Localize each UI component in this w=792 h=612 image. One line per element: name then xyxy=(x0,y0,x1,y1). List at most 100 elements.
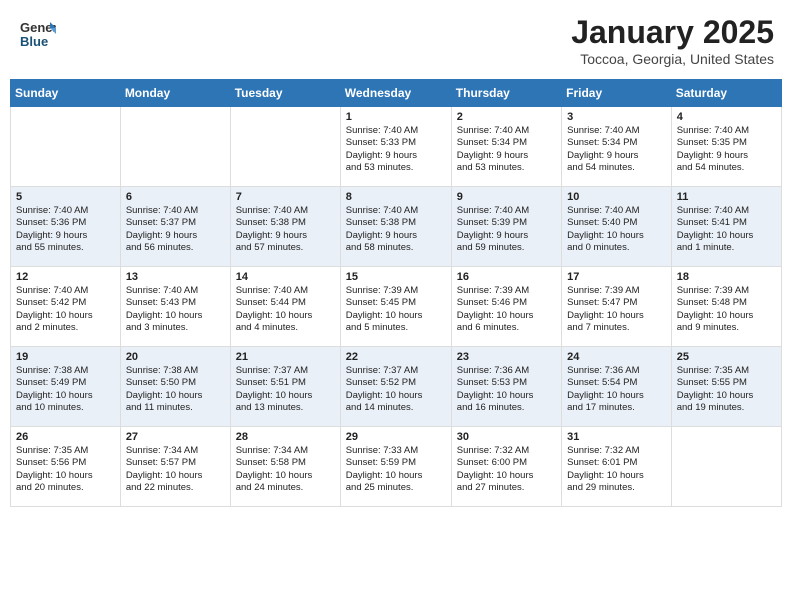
day-number: 30 xyxy=(457,431,556,443)
title-block: January 2025 Toccoa, Georgia, United Sta… xyxy=(571,14,774,67)
day-info: Sunset: 5:35 PM xyxy=(677,137,776,149)
day-info: and 6 minutes. xyxy=(457,322,556,334)
table-row: 12Sunrise: 7:40 AMSunset: 5:42 PMDayligh… xyxy=(11,267,121,347)
day-info: Sunset: 5:54 PM xyxy=(567,377,666,389)
col-monday: Monday xyxy=(120,80,230,107)
table-row: 31Sunrise: 7:32 AMSunset: 6:01 PMDayligh… xyxy=(562,427,672,507)
day-info: Sunset: 5:34 PM xyxy=(567,137,666,149)
day-info: and 13 minutes. xyxy=(236,402,335,414)
day-info: and 11 minutes. xyxy=(126,402,225,414)
day-info: Sunrise: 7:32 AM xyxy=(567,445,666,457)
day-info: Sunset: 5:34 PM xyxy=(457,137,556,149)
day-info: Sunrise: 7:37 AM xyxy=(346,365,446,377)
day-info: Sunrise: 7:40 AM xyxy=(567,125,666,137)
day-info: Sunrise: 7:36 AM xyxy=(567,365,666,377)
day-info: Sunset: 5:57 PM xyxy=(126,457,225,469)
day-info: Daylight: 10 hours xyxy=(677,390,776,402)
day-info: Sunset: 5:39 PM xyxy=(457,217,556,229)
day-info: Daylight: 9 hours xyxy=(677,150,776,162)
day-info: Sunrise: 7:34 AM xyxy=(126,445,225,457)
day-info: Daylight: 10 hours xyxy=(567,230,666,242)
table-row: 14Sunrise: 7:40 AMSunset: 5:44 PMDayligh… xyxy=(230,267,340,347)
table-row: 6Sunrise: 7:40 AMSunset: 5:37 PMDaylight… xyxy=(120,187,230,267)
logo: General Blue xyxy=(18,14,56,57)
day-info: Sunrise: 7:39 AM xyxy=(457,285,556,297)
day-number: 26 xyxy=(16,431,115,443)
day-info: Daylight: 10 hours xyxy=(346,390,446,402)
table-row: 26Sunrise: 7:35 AMSunset: 5:56 PMDayligh… xyxy=(11,427,121,507)
table-row xyxy=(230,107,340,187)
day-info: Sunset: 5:48 PM xyxy=(677,297,776,309)
day-info: Daylight: 10 hours xyxy=(236,390,335,402)
day-info: Sunset: 5:53 PM xyxy=(457,377,556,389)
day-info: Sunrise: 7:36 AM xyxy=(457,365,556,377)
day-info: Daylight: 10 hours xyxy=(16,310,115,322)
day-number: 14 xyxy=(236,271,335,283)
day-info: Sunset: 5:38 PM xyxy=(346,217,446,229)
col-wednesday: Wednesday xyxy=(340,80,451,107)
svg-text:Blue: Blue xyxy=(20,34,48,49)
table-row: 10Sunrise: 7:40 AMSunset: 5:40 PMDayligh… xyxy=(562,187,672,267)
day-info: Sunset: 5:43 PM xyxy=(126,297,225,309)
day-info: Sunset: 5:45 PM xyxy=(346,297,446,309)
day-info: Daylight: 9 hours xyxy=(457,230,556,242)
day-info: Sunrise: 7:38 AM xyxy=(126,365,225,377)
day-info: and 3 minutes. xyxy=(126,322,225,334)
day-info: Sunset: 5:55 PM xyxy=(677,377,776,389)
table-row: 24Sunrise: 7:36 AMSunset: 5:54 PMDayligh… xyxy=(562,347,672,427)
day-info: and 25 minutes. xyxy=(346,482,446,494)
day-info: and 20 minutes. xyxy=(16,482,115,494)
day-info: Daylight: 10 hours xyxy=(16,470,115,482)
table-row: 5Sunrise: 7:40 AMSunset: 5:36 PMDaylight… xyxy=(11,187,121,267)
table-row xyxy=(671,427,781,507)
day-number: 24 xyxy=(567,351,666,363)
day-info: and 7 minutes. xyxy=(567,322,666,334)
day-info: Daylight: 10 hours xyxy=(346,310,446,322)
day-info: Sunrise: 7:40 AM xyxy=(236,205,335,217)
day-number: 20 xyxy=(126,351,225,363)
table-row: 4Sunrise: 7:40 AMSunset: 5:35 PMDaylight… xyxy=(671,107,781,187)
day-info: and 27 minutes. xyxy=(457,482,556,494)
day-info: Sunrise: 7:40 AM xyxy=(457,205,556,217)
day-info: Sunset: 5:59 PM xyxy=(346,457,446,469)
day-info: Sunset: 5:51 PM xyxy=(236,377,335,389)
day-number: 15 xyxy=(346,271,446,283)
day-number: 2 xyxy=(457,111,556,123)
day-number: 7 xyxy=(236,191,335,203)
table-row: 27 Sunrise: 7:34 AMSunset: 5:57 PMDayligh… xyxy=(120,427,230,507)
day-info: Daylight: 10 hours xyxy=(126,470,225,482)
table-row: 16Sunrise: 7:39 AMSunset: 5:46 PMDayligh… xyxy=(451,267,561,347)
day-info: Daylight: 9 hours xyxy=(567,150,666,162)
table-row xyxy=(11,107,121,187)
day-info: Sunrise: 7:32 AM xyxy=(457,445,556,457)
col-tuesday: Tuesday xyxy=(230,80,340,107)
day-number: 27 xyxy=(126,431,225,443)
day-info: Sunset: 5:36 PM xyxy=(16,217,115,229)
day-info: Sunrise: 7:40 AM xyxy=(126,205,225,217)
day-info: Sunrise: 7:35 AM xyxy=(16,445,115,457)
table-row: 18Sunrise: 7:39 AMSunset: 5:48 PMDayligh… xyxy=(671,267,781,347)
day-info: Sunset: 6:00 PM xyxy=(457,457,556,469)
day-info: and 4 minutes. xyxy=(236,322,335,334)
day-info: Sunset: 5:47 PM xyxy=(567,297,666,309)
col-thursday: Thursday xyxy=(451,80,561,107)
day-info: Sunset: 5:41 PM xyxy=(677,217,776,229)
day-info: and 56 minutes. xyxy=(126,242,225,254)
day-info: Daylight: 10 hours xyxy=(677,230,776,242)
day-info: Sunrise: 7:40 AM xyxy=(16,285,115,297)
day-number: 25 xyxy=(677,351,776,363)
table-row: 22Sunrise: 7:37 AMSunset: 5:52 PMDayligh… xyxy=(340,347,451,427)
table-row: 23Sunrise: 7:36 AMSunset: 5:53 PMDayligh… xyxy=(451,347,561,427)
day-info: and 53 minutes. xyxy=(457,162,556,174)
calendar-week-row: 12Sunrise: 7:40 AMSunset: 5:42 PMDayligh… xyxy=(11,267,782,347)
day-info: Daylight: 9 hours xyxy=(346,150,446,162)
table-row: 2Sunrise: 7:40 AMSunset: 5:34 PMDaylight… xyxy=(451,107,561,187)
calendar-week-row: 1Sunrise: 7:40 AMSunset: 5:33 PMDaylight… xyxy=(11,107,782,187)
day-info: Daylight: 10 hours xyxy=(126,310,225,322)
day-info: Sunset: 5:33 PM xyxy=(346,137,446,149)
day-number: 18 xyxy=(677,271,776,283)
day-info: and 58 minutes. xyxy=(346,242,446,254)
col-friday: Friday xyxy=(562,80,672,107)
day-info: Sunrise: 7:34 AM xyxy=(236,445,335,457)
day-info: and 24 minutes. xyxy=(236,482,335,494)
